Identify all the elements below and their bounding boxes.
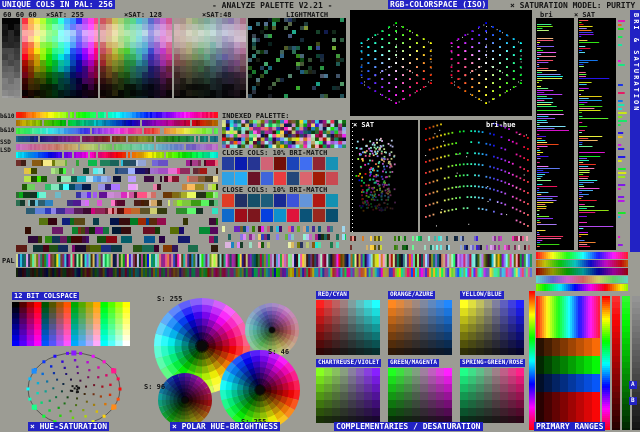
sat-histogram [578, 18, 616, 250]
sat-255-toggle[interactable]: ×SAT: 255 [46, 11, 84, 19]
complementaries-label: COMPLEMENTARIES / DESATURATION [334, 422, 483, 431]
gray-ref-label: 60 60 60 [3, 11, 37, 19]
sorted-strips-b [16, 160, 218, 216]
colspace-12bit-title: 12 BIT COLSPACE [12, 292, 80, 300]
saturation-model-option[interactable]: × SATURATION MODEL: PURITY [510, 1, 635, 10]
bri-hue-scatter-label: bri-hue [486, 121, 516, 129]
comp-label-orange-azure: ORANGE/AZURE [388, 291, 436, 299]
sat-48-toggle[interactable]: ×SAT:48 [202, 11, 232, 19]
polar-s96-label: S: 96 [144, 383, 166, 391]
indexed-palette-grid [222, 120, 346, 148]
bri-histogram [536, 18, 574, 250]
pal-label: PAL [2, 257, 15, 265]
close-cols-label-2: CLOSE COLS: 10% BRI-MATCH [222, 186, 328, 194]
primary-vertical-cols [602, 296, 640, 430]
primary-ranges-block [536, 296, 600, 430]
range-b-label: B [629, 397, 637, 405]
sort-label-d: LSD [0, 147, 11, 154]
polar-wheels [140, 290, 316, 432]
polar-hue-brightness-toggle[interactable]: × POLAR HUE-BRIGHTNESS [170, 422, 280, 431]
sort-label-c: SSD [0, 139, 11, 146]
bri-saturation-side-label: BRI & SATURATION [630, 10, 640, 252]
mid-strips [222, 226, 346, 250]
hue-sat-hex-wheel [8, 348, 140, 430]
hue-sat-map-48 [174, 18, 246, 98]
app-title: - ANALYZE PALETTE V2.21 - [212, 1, 333, 10]
gray-ramp-grid [2, 18, 20, 98]
sorted-strips-a [16, 112, 218, 158]
close-cols-label-1: CLOSE COLS: 10% BRI-MATCH [222, 149, 328, 157]
rgb-iso-canvas [350, 10, 532, 116]
pal-strip-sorted [16, 268, 532, 277]
hue-sat-map-255 [22, 18, 98, 98]
sat-128-toggle[interactable]: ×SAT: 128 [124, 11, 162, 19]
comp-label-yellow-blue: YELLOW/BLUE [460, 291, 504, 299]
comp-label-red-cyan: RED/CYAN [316, 291, 349, 299]
sort-label-a: b&10 [0, 113, 15, 120]
hue-saturation-toggle[interactable]: × HUE-SATURATION [28, 422, 110, 431]
bri-hue-scatter [420, 120, 532, 232]
unique-colors-count: UNIQUE COLS IN PAL: 256 [0, 0, 115, 9]
bri-histogram-label: bri [540, 11, 553, 19]
sort-label-b: b&10 [0, 127, 15, 134]
comp-canvas-0 [316, 300, 380, 355]
hue-sat-map-128 [100, 18, 172, 98]
pal-strip [16, 254, 532, 267]
sat-scatter [350, 120, 418, 232]
comp-canvas-3 [316, 368, 380, 423]
comp-label-green-magenta: GREEN/MAGENTA [388, 359, 439, 367]
comp-divider-rainbow [529, 291, 535, 430]
lightmatch-map [248, 18, 346, 98]
sorted-strips-c [16, 218, 218, 252]
rgb-colorspace-title: RGB-COLORSPACE (ISO) [388, 0, 489, 9]
right-range-strips [536, 252, 628, 294]
comp-label-chartreuse-violet: CHARTREUSE/VIOLET [316, 359, 382, 367]
hist-marks [618, 18, 628, 250]
range-a-label: A [629, 381, 637, 389]
comp-canvas-2 [460, 300, 524, 355]
primary-ranges-label: PRIMARY RANGES [534, 422, 606, 431]
close-cols-grid-2 [222, 194, 340, 222]
sat-scatter-label[interactable]: × SAT [353, 121, 374, 129]
comp-canvas-4 [388, 368, 452, 423]
close-cols-grid-1 [222, 157, 340, 185]
comp-canvas-5 [460, 368, 524, 423]
lightmatch-label: LIGHTMATCH [286, 11, 329, 19]
colspace-12bit-grid [12, 302, 130, 346]
polar-s255-top-label: S: 255 [157, 295, 183, 303]
comp-label-spring-green-rose: SPRING-GREEN/ROSE [460, 359, 526, 367]
under-strips [350, 236, 532, 252]
analyze-palette-app: BRI & SATURATION UNIQUE COLS IN PAL: 256… [0, 0, 640, 432]
indexed-palette-title: INDEXED PALETTE: [222, 112, 290, 120]
sat-histogram-label: × SAT [574, 11, 596, 19]
comp-canvas-1 [388, 300, 452, 355]
polar-s46-label: S: 46 [268, 348, 290, 356]
